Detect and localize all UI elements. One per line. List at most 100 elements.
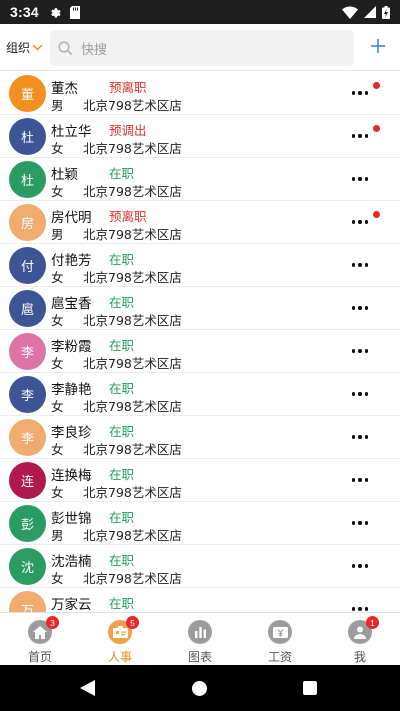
status-time: 3:34 xyxy=(10,4,39,20)
tab-salary[interactable]: 工资 xyxy=(240,613,320,665)
employee-status: 在职 xyxy=(109,252,135,267)
avatar: 李 xyxy=(9,376,46,413)
top-bar: 组织 快搜 xyxy=(0,24,400,71)
avatar: 沈 xyxy=(9,548,46,585)
avatar: 连 xyxy=(9,462,46,499)
more-options-icon[interactable] xyxy=(352,390,368,398)
avatar: 彭 xyxy=(9,505,46,542)
employee-gender: 男 xyxy=(51,227,64,242)
employee-status: 预离职 xyxy=(109,209,147,224)
employee-row[interactable]: 付 付艳芳 在职 女 北京798艺术区店 xyxy=(0,244,400,287)
system-nav-bar xyxy=(0,665,400,711)
avatar: 李 xyxy=(9,419,46,456)
employee-status: 在职 xyxy=(109,467,135,482)
employee-store: 北京798艺术区店 xyxy=(83,528,182,543)
search-input[interactable]: 快搜 xyxy=(50,30,354,66)
avatar: 李 xyxy=(9,333,46,370)
employee-gender: 女 xyxy=(51,141,64,156)
employee-status: 在职 xyxy=(109,166,135,181)
avatar: 董 xyxy=(9,75,46,112)
chart-icon xyxy=(188,620,212,644)
battery-icon xyxy=(382,5,390,19)
signal-icon xyxy=(364,6,376,18)
employee-name: 房代明 xyxy=(51,210,92,226)
employee-status: 在职 xyxy=(109,553,135,568)
employee-row[interactable]: 连 连换梅 在职 女 北京798艺术区店 xyxy=(0,459,400,502)
employee-row[interactable]: 李 李粉霞 在职 女 北京798艺术区店 xyxy=(0,330,400,373)
add-employee-button[interactable] xyxy=(366,34,390,58)
employee-name: 万家云 xyxy=(51,597,92,612)
more-options-icon[interactable] xyxy=(352,175,368,183)
employee-store: 北京798艺术区店 xyxy=(83,442,182,457)
more-options-icon[interactable] xyxy=(352,304,368,312)
employee-name: 杜立华 xyxy=(51,124,92,140)
employee-name: 连换梅 xyxy=(51,468,92,484)
employee-store: 北京798艺术区店 xyxy=(83,98,182,113)
more-options-icon[interactable] xyxy=(352,89,368,97)
employee-status: 预离职 xyxy=(109,80,147,95)
employee-list[interactable]: 董 董杰 预离职 男 北京798艺术区店 杜 杜立华 预调出 女 北京798艺术… xyxy=(0,72,400,612)
org-filter-dropdown[interactable]: 组织 xyxy=(0,39,50,56)
employee-row[interactable]: 李 李良珍 在职 女 北京798艺术区店 xyxy=(0,416,400,459)
employee-name: 沈浩楠 xyxy=(51,554,92,570)
employee-row[interactable]: 房 房代明 预离职 男 北京798艺术区店 xyxy=(0,201,400,244)
status-system-icons xyxy=(342,5,390,19)
employee-row[interactable]: 沈 沈浩楠 在职 女 北京798艺术区店 xyxy=(0,545,400,588)
recent-apps-icon[interactable] xyxy=(303,681,317,695)
search-placeholder: 快搜 xyxy=(81,42,108,58)
notification-badge: 3 xyxy=(46,616,59,629)
back-icon[interactable] xyxy=(80,680,95,696)
more-options-icon[interactable] xyxy=(352,132,368,140)
employee-row[interactable]: 万 万家云 在职 女 北京798艺术区店 xyxy=(0,588,400,612)
employee-name: 董杰 xyxy=(51,81,78,97)
employee-row[interactable]: 杜 杜颖 在职 女 北京798艺术区店 xyxy=(0,158,400,201)
notification-badge: 1 xyxy=(366,616,379,629)
employee-store: 北京798艺术区店 xyxy=(83,313,182,328)
employee-row[interactable]: 杜 杜立华 预调出 女 北京798艺术区店 xyxy=(0,115,400,158)
employee-gender: 女 xyxy=(51,270,64,285)
tab-home[interactable]: 首页 3 xyxy=(0,613,80,665)
avatar: 杜 xyxy=(9,118,46,155)
employee-gender: 女 xyxy=(51,184,64,199)
avatar: 扈 xyxy=(9,290,46,327)
employee-status: 在职 xyxy=(109,338,135,353)
employee-store: 北京798艺术区店 xyxy=(83,356,182,371)
more-options-icon[interactable] xyxy=(352,562,368,570)
employee-store: 北京798艺术区店 xyxy=(83,141,182,156)
more-options-icon[interactable] xyxy=(352,218,368,226)
employee-store: 北京798艺术区店 xyxy=(83,227,182,242)
employee-row[interactable]: 李 李静艳 在职 女 北京798艺术区店 xyxy=(0,373,400,416)
employee-row[interactable]: 扈 扈宝香 在职 女 北京798艺术区店 xyxy=(0,287,400,330)
more-options-icon[interactable] xyxy=(352,347,368,355)
employee-gender: 女 xyxy=(51,571,64,586)
employee-name: 杜颖 xyxy=(51,167,78,183)
employee-name: 扈宝香 xyxy=(51,296,92,312)
settings-icon xyxy=(51,7,61,17)
tab-chart[interactable]: 图表 xyxy=(160,613,240,665)
status-notification-icons xyxy=(49,5,80,19)
notification-badge: 5 xyxy=(126,616,139,629)
more-options-icon[interactable] xyxy=(352,605,368,612)
employee-store: 北京798艺术区店 xyxy=(83,184,182,199)
employee-name: 李静艳 xyxy=(51,382,92,398)
employee-gender: 女 xyxy=(51,356,64,371)
tab-personnel[interactable]: 人事 5 xyxy=(80,613,160,665)
search-icon xyxy=(58,40,73,55)
employee-gender: 男 xyxy=(51,98,64,113)
employee-store: 北京798艺术区店 xyxy=(83,485,182,500)
employee-row[interactable]: 董 董杰 预离职 男 北京798艺术区店 xyxy=(0,72,400,115)
tab-profile[interactable]: 我 1 xyxy=(320,613,400,665)
employee-row[interactable]: 彭 彭世锦 在职 男 北京798艺术区店 xyxy=(0,502,400,545)
employee-name: 李良珍 xyxy=(51,425,92,441)
more-options-icon[interactable] xyxy=(352,261,368,269)
more-options-icon[interactable] xyxy=(352,476,368,484)
home-circle-icon[interactable] xyxy=(192,681,207,696)
employee-gender: 女 xyxy=(51,442,64,457)
chevron-down-icon xyxy=(32,44,43,51)
tab-label: 图表 xyxy=(187,650,212,664)
employee-name: 彭世锦 xyxy=(51,511,92,527)
bottom-tab-bar: 首页 3 人事 5 图表 工资 我 1 xyxy=(0,612,400,665)
more-options-icon[interactable] xyxy=(352,433,368,441)
more-options-icon[interactable] xyxy=(352,519,368,527)
wifi-icon xyxy=(342,5,358,19)
